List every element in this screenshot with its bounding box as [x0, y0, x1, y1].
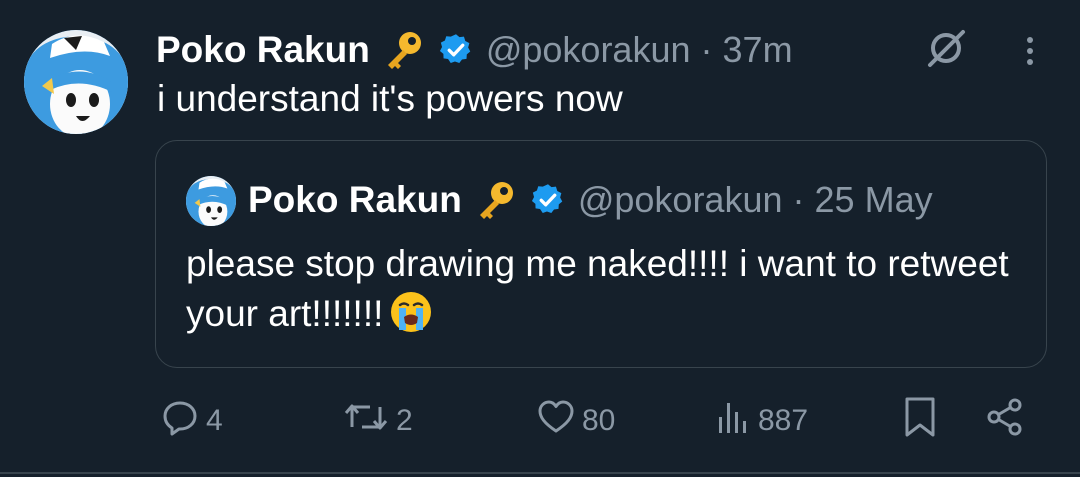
action-bar: 4 2 80 887: [0, 395, 1080, 447]
grok-icon[interactable]: [924, 26, 968, 75]
quoted-author-avatar[interactable]: [186, 176, 236, 226]
bookmark-icon: [902, 395, 938, 447]
share-button[interactable]: [984, 398, 1026, 444]
like-button[interactable]: 80: [536, 398, 615, 444]
views-button[interactable]: 887: [712, 398, 808, 444]
author-avatar[interactable]: [24, 30, 128, 134]
heart-icon: [536, 397, 576, 445]
view-count: 887: [758, 404, 809, 437]
author-name[interactable]: Poko Rakun: [156, 29, 370, 71]
key-icon: [382, 28, 426, 72]
quoted-post[interactable]: Poko Rakun @pokorakun · 25 May please st…: [155, 140, 1047, 368]
loudly-crying-face-emoji: [389, 290, 433, 347]
repost-count: 2: [396, 404, 413, 437]
key-icon: [474, 178, 518, 222]
bookmark-button[interactable]: [902, 395, 938, 447]
quoted-timestamp[interactable]: 25 May: [815, 179, 933, 220]
reply-icon: [160, 397, 200, 445]
quoted-post-header: Poko Rakun @pokorakun · 25 May: [248, 177, 933, 223]
share-icon: [984, 396, 1026, 446]
reply-count: 4: [206, 404, 223, 437]
post-header: Poko Rakun @pokorakun · 37m: [156, 27, 793, 73]
author-handle[interactable]: @pokorakun · 37m: [486, 29, 793, 71]
verified-badge-icon[interactable]: [438, 32, 474, 68]
post-timestamp[interactable]: 37m: [723, 29, 793, 70]
reply-button[interactable]: 4: [160, 398, 223, 444]
more-options-icon[interactable]: [1016, 34, 1044, 73]
post-text: i understand it's powers now: [157, 78, 623, 119]
quoted-author-handle[interactable]: @pokorakun · 25 May: [578, 179, 933, 221]
analytics-icon: [712, 397, 752, 445]
quoted-post-text: please stop drawing me naked!!!! i want …: [186, 239, 1026, 347]
quoted-author-name[interactable]: Poko Rakun: [248, 179, 462, 221]
repost-button[interactable]: 2: [342, 398, 413, 444]
verified-badge-icon[interactable]: [530, 182, 566, 218]
like-count: 80: [582, 404, 616, 437]
repost-icon: [342, 397, 390, 445]
bottom-divider: [0, 472, 1080, 474]
